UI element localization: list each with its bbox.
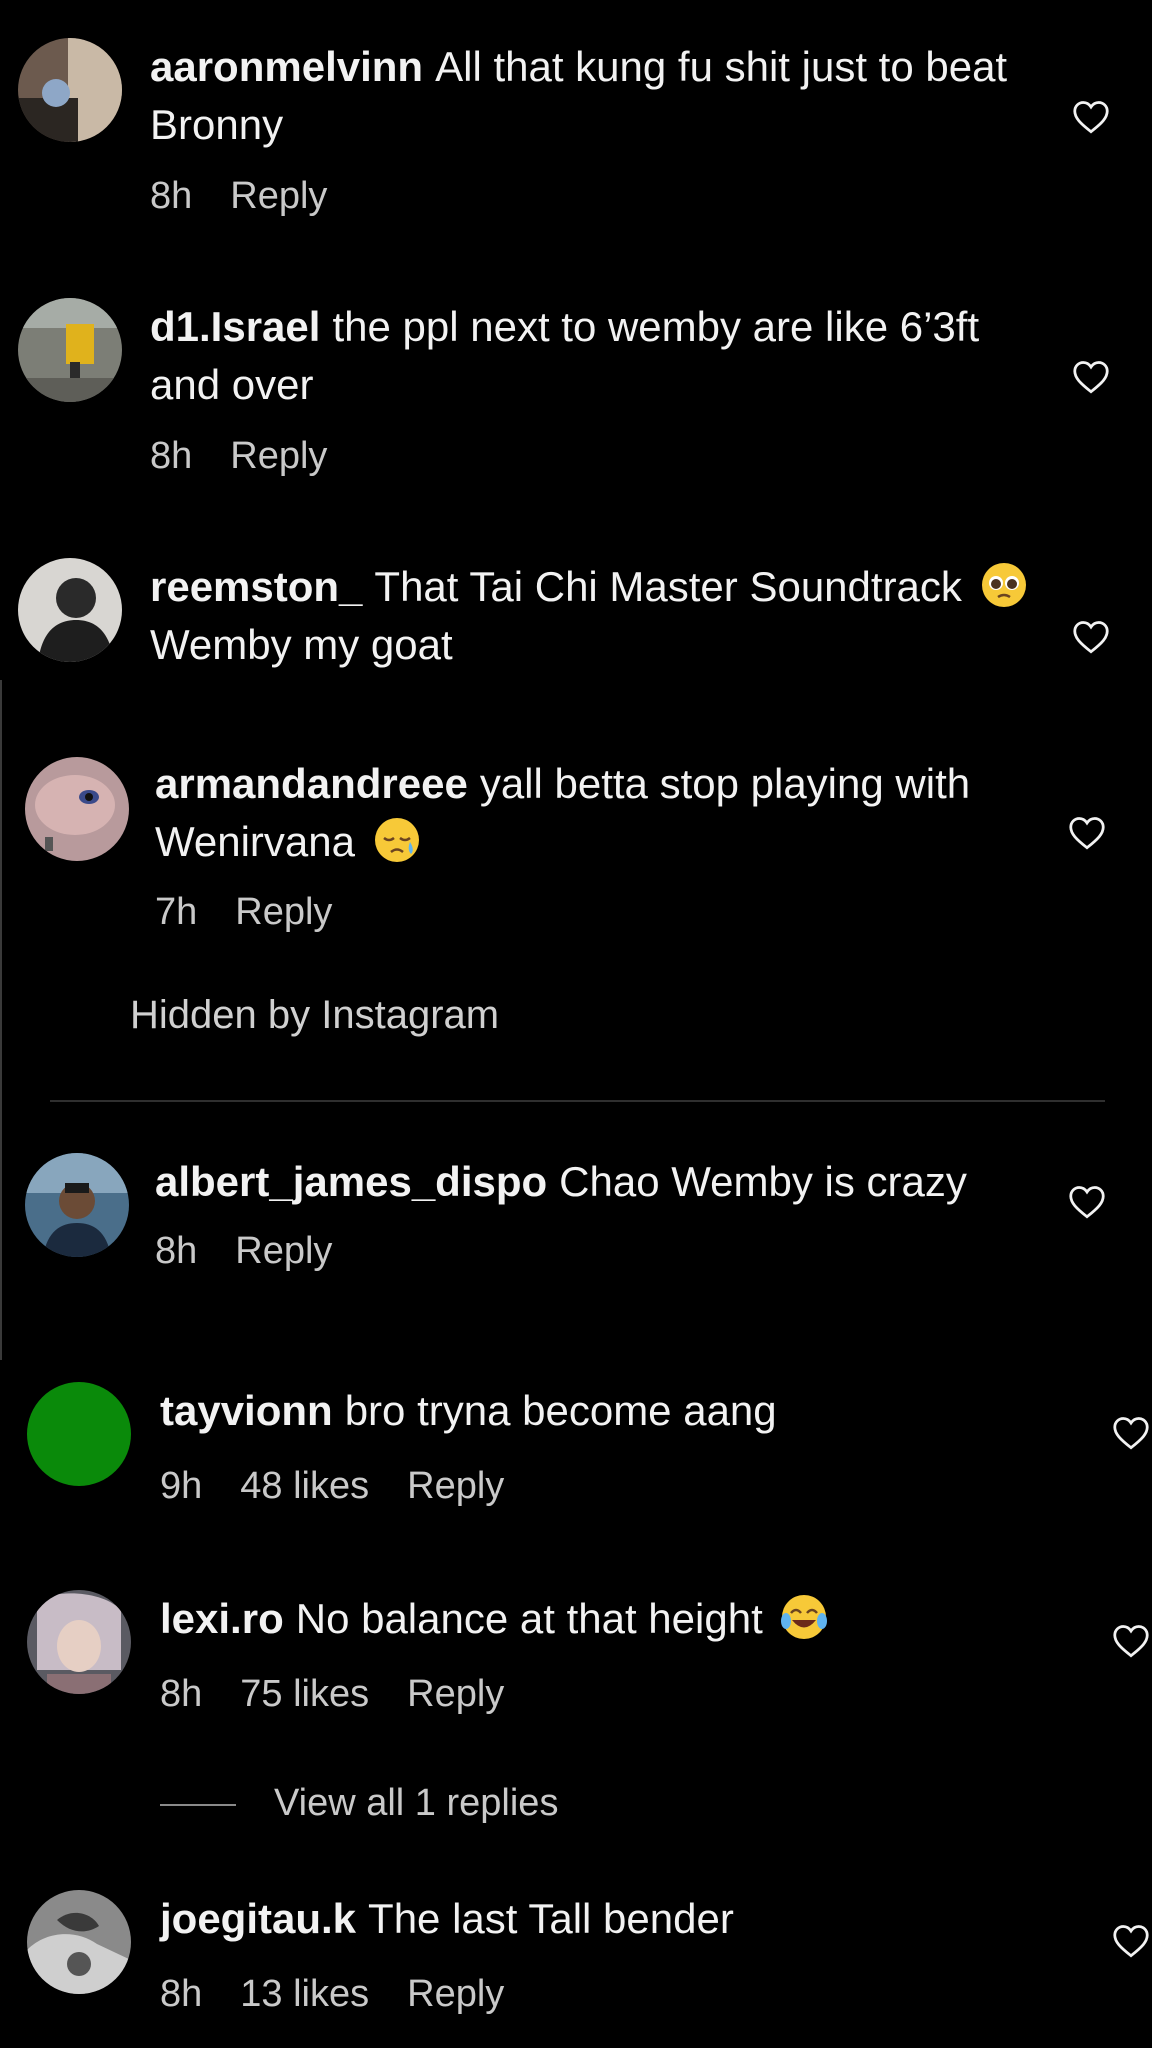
username[interactable]: reemston_	[150, 563, 362, 610]
avatar[interactable]	[18, 38, 122, 142]
heart-outline-icon[interactable]	[1068, 1185, 1106, 1219]
reply-button[interactable]: Reply	[230, 433, 327, 479]
hidden-by-instagram-note[interactable]: Hidden by Instagram	[130, 990, 499, 1040]
heart-outline-icon[interactable]	[1112, 1416, 1150, 1450]
comment-time: 8h	[160, 1973, 203, 2015]
heart-outline-icon[interactable]	[1068, 816, 1106, 850]
panel-seam	[0, 680, 2, 1360]
heart-outline-icon[interactable]	[1072, 360, 1110, 394]
comment-time: 8h	[150, 435, 193, 477]
username[interactable]: lexi.ro	[160, 1595, 284, 1642]
heart-outline-icon[interactable]	[1072, 620, 1110, 654]
heart-outline-icon[interactable]	[1072, 100, 1110, 134]
avatar[interactable]	[27, 1890, 131, 1994]
comments-screen: aaronmelvinn All that kung fu shit just t…	[0, 0, 1152, 2048]
comment-text: The last Tall bender	[368, 1895, 734, 1942]
avatar[interactable]	[27, 1382, 131, 1486]
avatar[interactable]	[25, 757, 129, 861]
avatar[interactable]	[25, 1153, 129, 1257]
comment-time: 8h	[150, 175, 193, 217]
comment-time: 8h	[160, 1673, 203, 1715]
comment-time: 8h	[155, 1230, 198, 1272]
username[interactable]: armandandreee	[155, 760, 468, 807]
reply-button[interactable]: Reply	[235, 1228, 332, 1274]
username[interactable]: tayvionn	[160, 1387, 333, 1434]
like-count[interactable]: 75 likes	[240, 1671, 369, 1717]
comment-text-continued: Wemby my goat	[150, 621, 453, 668]
reply-button[interactable]: Reply	[230, 173, 327, 219]
sad-relieved-face-emoji	[373, 816, 421, 864]
comment-time: 9h	[160, 1465, 203, 1507]
username[interactable]: aaronmelvinn	[150, 43, 423, 90]
avatar[interactable]	[27, 1590, 131, 1694]
avatar[interactable]	[18, 298, 122, 402]
view-replies-button[interactable]: View all 1 replies	[160, 1780, 558, 1826]
heart-outline-icon[interactable]	[1112, 1924, 1150, 1958]
like-count[interactable]: 13 likes	[240, 1971, 369, 2017]
divider	[50, 1100, 1105, 1102]
tears-of-joy-emoji	[780, 1593, 828, 1641]
reply-button[interactable]: Reply	[407, 1671, 504, 1717]
username[interactable]: joegitau.k	[160, 1895, 356, 1942]
like-count[interactable]: 48 likes	[240, 1463, 369, 1509]
heart-outline-icon[interactable]	[1112, 1624, 1150, 1658]
username[interactable]: d1.Israel	[150, 303, 320, 350]
comment-text: bro tryna become aang	[344, 1387, 777, 1434]
comment-text: No balance at that height	[295, 1595, 763, 1642]
comment-text: That Tai Chi Master Soundtrack	[374, 563, 962, 610]
username[interactable]: albert_james_dispo	[155, 1158, 547, 1205]
reply-button[interactable]: Reply	[407, 1463, 504, 1509]
comment-text: Chao Wemby is crazy	[559, 1158, 967, 1205]
view-replies-label: View all 1 replies	[274, 1782, 559, 1824]
reply-button[interactable]: Reply	[407, 1971, 504, 2017]
pleading-face-emoji	[980, 561, 1028, 609]
reply-thread-line	[160, 1803, 236, 1806]
reply-button[interactable]: Reply	[235, 889, 332, 935]
comment-time: 7h	[155, 891, 198, 933]
avatar[interactable]	[18, 558, 122, 662]
